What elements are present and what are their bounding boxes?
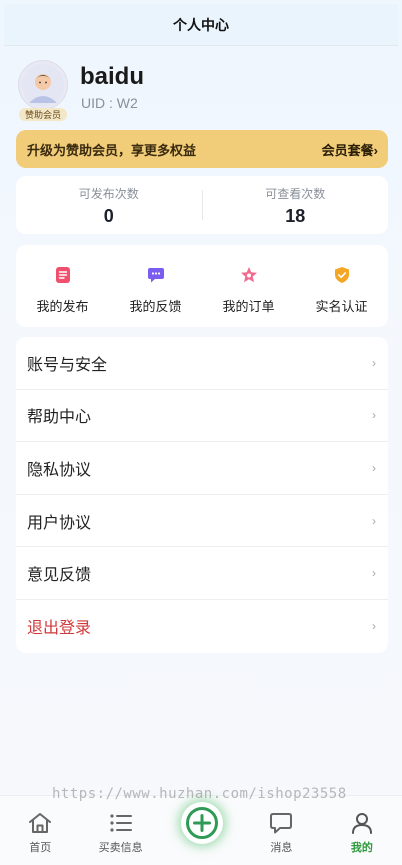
- chevron-right-icon: ›: [372, 619, 376, 634]
- username: baidu: [80, 63, 144, 90]
- menu-item-help-center[interactable]: 帮助中心 ›: [16, 390, 388, 443]
- menu-item-label: 账号与安全: [27, 356, 108, 374]
- tab-label: 我的: [350, 842, 373, 854]
- banner-text: 升级为赞助会员，享更多权益: [27, 142, 197, 158]
- shortcut-id-verification[interactable]: 实名认证: [295, 245, 388, 327]
- shortcut-my-feedback[interactable]: 我的反馈: [109, 245, 202, 327]
- chevron-right-icon: ›: [372, 408, 376, 423]
- user-icon: [349, 811, 375, 835]
- verify-shield-icon: [332, 265, 352, 285]
- chevron-right-icon: ›: [372, 513, 376, 528]
- menu-item-user-agreement[interactable]: 用户协议 ›: [16, 495, 388, 548]
- chevron-right-icon: ›: [372, 460, 376, 475]
- shortcut-label: 实名认证: [315, 299, 368, 314]
- avatar[interactable]: [18, 60, 68, 110]
- feedback-icon: [146, 265, 166, 285]
- order-star-icon: [239, 265, 259, 285]
- menu-item-account-security[interactable]: 账号与安全 ›: [16, 337, 388, 390]
- stat-value: 0: [103, 206, 114, 226]
- menu-item-label: 用户协议: [27, 514, 92, 532]
- watermark-text: https://www.huzhan.com/ishop23558: [52, 786, 347, 802]
- stat-label: 可发布次数: [78, 187, 139, 201]
- settings-menu: 账号与安全 › 帮助中心 › 隐私协议 › 用户协议 › 意见反馈 › 退出登录…: [16, 337, 388, 653]
- menu-item-label: 退出登录: [27, 620, 92, 638]
- tab-label: 首页: [29, 842, 52, 854]
- publish-add-button[interactable]: [181, 802, 223, 844]
- shortcut-my-posts[interactable]: 我的发布: [16, 245, 109, 327]
- tab-mine[interactable]: 我的: [322, 796, 402, 865]
- stat-publish-count: 可发布次数 0: [16, 183, 202, 227]
- tab-label: 消息: [270, 842, 293, 854]
- profile-section: 赞助会员 baidu UID : W2: [18, 60, 388, 122]
- shortcut-grid: 我的发布 我的反馈 我的订单 实名认证: [16, 245, 388, 327]
- publish-icon: [53, 265, 73, 285]
- add-circle-icon: [186, 807, 218, 839]
- user-uid: UID : W2: [81, 95, 138, 111]
- shortcut-label: 我的发布: [36, 299, 89, 314]
- page-title: 个人中心: [173, 16, 229, 33]
- home-icon: [27, 811, 53, 835]
- stat-view-count: 可查看次数 18: [203, 183, 389, 227]
- chevron-right-icon: ›: [372, 566, 376, 581]
- tab-label: 买卖信息: [98, 842, 143, 854]
- menu-item-label: 隐私协议: [27, 461, 92, 479]
- menu-item-label: 帮助中心: [27, 409, 92, 427]
- menu-item-privacy-policy[interactable]: 隐私协议 ›: [16, 442, 388, 495]
- tab-trade-info[interactable]: 买卖信息: [80, 796, 160, 865]
- message-icon: [268, 811, 294, 835]
- shortcut-label: 我的反馈: [129, 299, 182, 314]
- vip-upgrade-banner[interactable]: 升级为赞助会员，享更多权益 会员套餐›: [16, 130, 388, 168]
- logout-button[interactable]: 退出登录 ›: [16, 600, 388, 653]
- avatar-wrap[interactable]: 赞助会员: [18, 60, 70, 121]
- stat-label: 可查看次数: [265, 187, 326, 201]
- menu-item-feedback[interactable]: 意见反馈 ›: [16, 547, 388, 600]
- avatar-person-icon: [22, 64, 64, 106]
- tab-home[interactable]: 首页: [0, 796, 80, 865]
- vip-badge: 赞助会员: [19, 108, 67, 121]
- list-icon: [108, 811, 134, 835]
- shortcut-label: 我的订单: [222, 299, 275, 314]
- shortcut-my-orders[interactable]: 我的订单: [202, 245, 295, 327]
- usage-stats: 可发布次数 0 可查看次数 18: [16, 176, 388, 234]
- page-header: 个人中心: [4, 4, 398, 46]
- tab-messages[interactable]: 消息: [241, 796, 321, 865]
- menu-item-label: 意见反馈: [27, 567, 92, 585]
- membership-plans-link[interactable]: 会员套餐›: [322, 140, 378, 159]
- chevron-right-icon: ›: [372, 355, 376, 370]
- stat-value: 18: [285, 206, 306, 226]
